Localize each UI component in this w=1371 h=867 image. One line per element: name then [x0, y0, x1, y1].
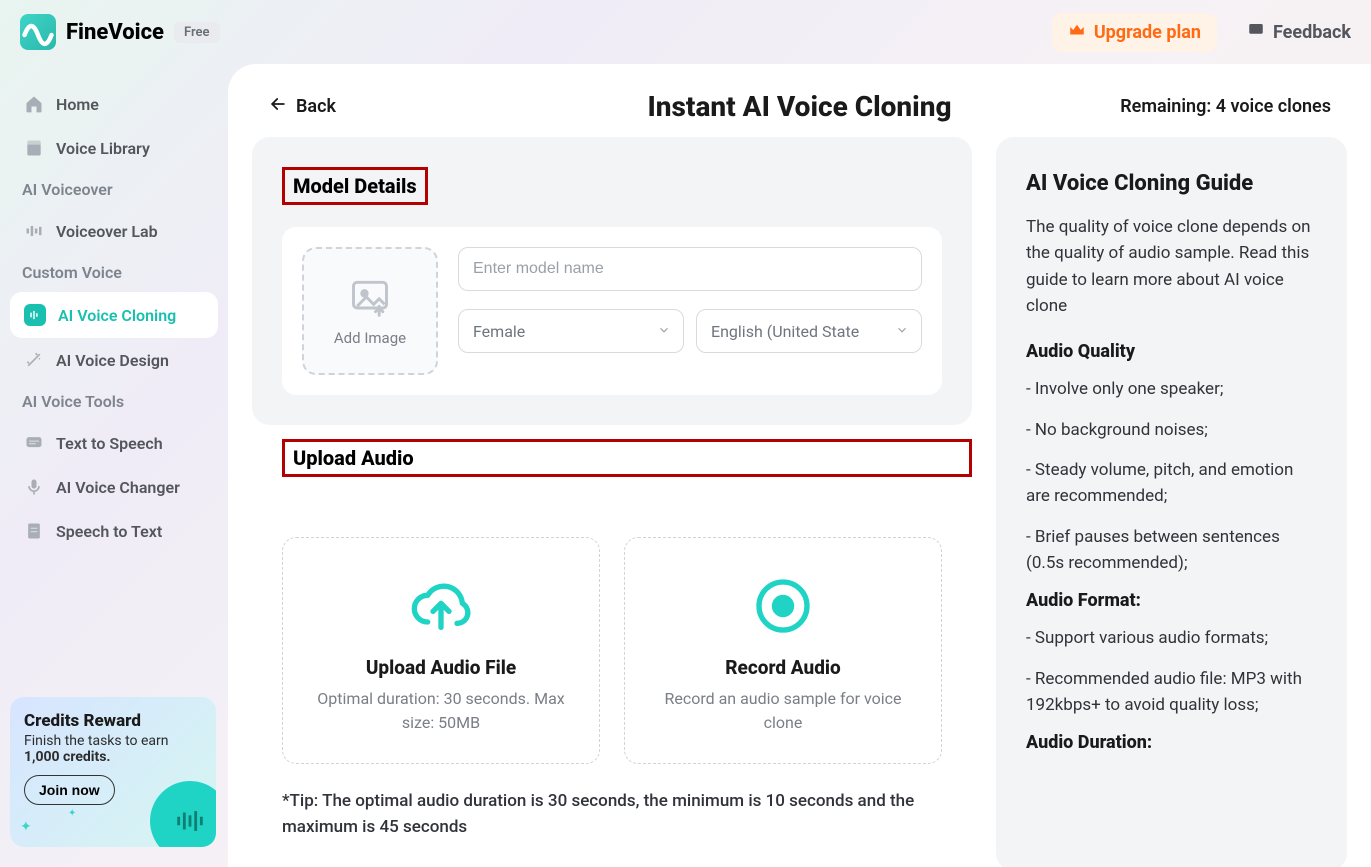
waveform-icon: [24, 304, 46, 326]
gender-select[interactable]: Female: [458, 309, 684, 353]
audio-duration-heading: Audio Duration:: [1026, 732, 1317, 753]
audio-tip: *Tip: The optimal audio duration is 30 s…: [282, 788, 942, 841]
join-now-button[interactable]: Join now: [24, 775, 115, 805]
guide-panel: AI Voice Cloning Guide The quality of vo…: [996, 137, 1347, 867]
upload-audio-heading: Upload Audio: [282, 439, 972, 477]
language-select[interactable]: English (United State: [696, 309, 922, 353]
record-icon: [751, 574, 815, 638]
quality-item: - Brief pauses between sentences (0.5s r…: [1026, 524, 1317, 577]
add-image-button[interactable]: Add Image: [302, 247, 438, 375]
sidebar-item-voice-library[interactable]: Voice Library: [10, 126, 218, 170]
sidebar-section-voiceover: AI Voiceover: [10, 170, 218, 209]
sidebar-item-ai-voice-design[interactable]: AI Voice Design: [10, 338, 218, 382]
sidebar-item-speech-to-text[interactable]: Speech to Text: [10, 509, 218, 553]
page-title: Instant AI Voice Cloning: [647, 90, 951, 123]
reward-title: Credits Reward: [24, 711, 202, 731]
document-icon: [24, 521, 44, 541]
feedback-button[interactable]: Feedback: [1247, 21, 1351, 44]
upload-audio-file-card[interactable]: Upload Audio File Optimal duration: 30 s…: [282, 537, 600, 764]
wand-icon: [24, 350, 44, 370]
guide-title: AI Voice Cloning Guide: [1026, 171, 1317, 196]
chevron-down-icon: [895, 322, 909, 341]
back-button[interactable]: Back: [268, 94, 336, 119]
plan-badge: Free: [174, 22, 220, 43]
format-item: - Support various audio formats;: [1026, 625, 1317, 651]
credits-reward-card: Credits Reward Finish the tasks to earn …: [10, 697, 216, 847]
sidebar-item-voiceover-lab[interactable]: Voiceover Lab: [10, 209, 218, 253]
library-icon: [24, 138, 44, 158]
brand-text: FineVoice: [66, 20, 164, 45]
sidebar-item-ai-voice-changer[interactable]: AI Voice Changer: [10, 465, 218, 509]
record-audio-card[interactable]: Record Audio Record an audio sample for …: [624, 537, 942, 764]
sidebar-section-custom-voice: Custom Voice: [10, 253, 218, 292]
chevron-down-icon: [657, 322, 671, 341]
sidebar-item-text-to-speech[interactable]: Text to Speech: [10, 421, 218, 465]
quality-item: - Involve only one speaker;: [1026, 376, 1317, 402]
message-icon: [24, 433, 44, 453]
brand-icon: [20, 14, 56, 50]
sparkle-icon: ✦: [68, 808, 76, 819]
remaining-clones: Remaining: 4 voice clones: [1120, 96, 1331, 117]
format-item: - Recommended audio file: MP3 with 192kb…: [1026, 666, 1317, 719]
reward-subtitle: Finish the tasks to earn 1,000 credits.: [24, 733, 202, 765]
home-icon: [24, 94, 44, 114]
sidebar-section-voice-tools: AI Voice Tools: [10, 382, 218, 421]
cloud-upload-icon: [409, 574, 473, 638]
audio-format-heading: Audio Format:: [1026, 590, 1317, 611]
crown-icon: [1068, 21, 1086, 44]
reward-audio-icon: [150, 781, 216, 847]
model-name-input[interactable]: [458, 247, 922, 291]
upload-audio-section: Upload Audio File Optimal duration: 30 s…: [252, 517, 972, 867]
quality-item: - Steady volume, pitch, and emotion are …: [1026, 457, 1317, 510]
chat-icon: [1247, 21, 1265, 44]
mic-icon: [24, 477, 44, 497]
sidebar-item-ai-voice-cloning[interactable]: AI Voice Cloning: [10, 292, 218, 338]
model-details-section: Model Details Add Image Female: [252, 137, 972, 425]
image-upload-icon: [348, 275, 392, 319]
upgrade-plan-button[interactable]: Upgrade plan: [1052, 13, 1217, 52]
model-details-heading: Model Details: [282, 167, 428, 205]
audio-quality-heading: Audio Quality: [1026, 341, 1317, 362]
quality-item: - No background noises;: [1026, 417, 1317, 443]
sidebar-item-home[interactable]: Home: [10, 82, 218, 126]
brand[interactable]: FineVoice Free: [20, 14, 220, 50]
arrow-left-icon: [268, 94, 288, 119]
bars-icon: [24, 221, 44, 241]
guide-intro: The quality of voice clone depends on th…: [1026, 214, 1317, 319]
sparkle-icon: ✦: [20, 819, 32, 835]
